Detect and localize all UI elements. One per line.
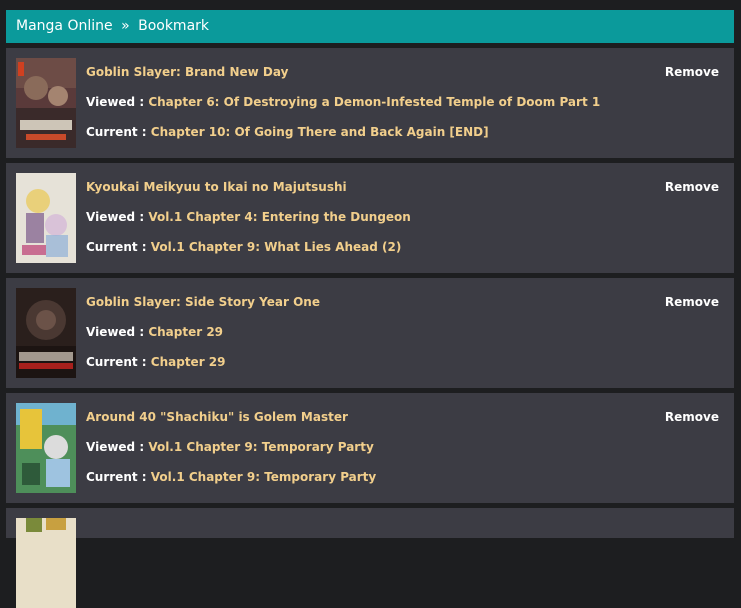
- remove-bookmark-button[interactable]: Remove: [665, 180, 719, 194]
- remove-bookmark-button[interactable]: Remove: [665, 295, 719, 309]
- manga-cover-image[interactable]: [16, 288, 76, 378]
- viewed-chapter-row: Viewed : Vol.1 Chapter 9: Temporary Part…: [86, 440, 374, 454]
- breadcrumb: Manga Online » Bookmark: [6, 10, 734, 43]
- manga-cover-image[interactable]: [16, 518, 76, 608]
- bookmark-item: Kyoukai Meikyuu to Ikai no Majutsushi Re…: [6, 163, 734, 273]
- viewed-chapter-link[interactable]: Chapter 6: Of Destroying a Demon-Infeste…: [148, 95, 600, 109]
- viewed-chapter-link[interactable]: Chapter 29: [148, 325, 223, 339]
- viewed-chapter-row: Viewed : Chapter 6: Of Destroying a Demo…: [86, 95, 600, 109]
- viewed-label: Viewed :: [86, 95, 145, 109]
- current-chapter-row: Current : Chapter 29: [86, 355, 226, 369]
- manga-title-link[interactable]: Goblin Slayer: Brand New Day: [86, 65, 288, 79]
- remove-bookmark-button[interactable]: Remove: [665, 65, 719, 79]
- current-label: Current :: [86, 240, 147, 254]
- bookmark-item: Goblin Slayer: Brand New Day Remove View…: [6, 48, 734, 158]
- viewed-chapter-link[interactable]: Vol.1 Chapter 4: Entering the Dungeon: [148, 210, 411, 224]
- manga-title-link[interactable]: Around 40 "Shachiku" is Golem Master: [86, 410, 348, 424]
- bookmark-item: Goblin Slayer: Side Story Year One Remov…: [6, 278, 734, 388]
- viewed-chapter-link[interactable]: Vol.1 Chapter 9: Temporary Party: [148, 440, 373, 454]
- current-chapter-row: Current : Vol.1 Chapter 9: Temporary Par…: [86, 470, 376, 484]
- bookmark-list: Goblin Slayer: Brand New Day Remove View…: [6, 48, 734, 608]
- bookmark-item: [6, 508, 734, 608]
- breadcrumb-home-link[interactable]: Manga Online: [16, 18, 113, 34]
- current-chapter-link[interactable]: Vol.1 Chapter 9: What Lies Ahead (2): [151, 240, 402, 254]
- viewed-chapter-row: Viewed : Vol.1 Chapter 4: Entering the D…: [86, 210, 411, 224]
- viewed-label: Viewed :: [86, 440, 145, 454]
- manga-cover-image[interactable]: [16, 58, 76, 148]
- manga-cover-image[interactable]: [16, 403, 76, 493]
- current-label: Current :: [86, 125, 147, 139]
- current-label: Current :: [86, 470, 147, 484]
- manga-title-link[interactable]: Kyoukai Meikyuu to Ikai no Majutsushi: [86, 180, 347, 194]
- current-chapter-link[interactable]: Chapter 10: Of Going There and Back Agai…: [151, 125, 489, 139]
- breadcrumb-separator: »: [121, 18, 130, 34]
- current-chapter-link[interactable]: Vol.1 Chapter 9: Temporary Party: [151, 470, 376, 484]
- remove-bookmark-button[interactable]: Remove: [665, 410, 719, 424]
- current-chapter-link[interactable]: Chapter 29: [151, 355, 226, 369]
- viewed-chapter-row: Viewed : Chapter 29: [86, 325, 223, 339]
- bookmark-item: Around 40 "Shachiku" is Golem Master Rem…: [6, 393, 734, 503]
- viewed-label: Viewed :: [86, 210, 145, 224]
- current-chapter-row: Current : Chapter 10: Of Going There and…: [86, 125, 489, 139]
- manga-cover-image[interactable]: [16, 173, 76, 263]
- current-label: Current :: [86, 355, 147, 369]
- current-chapter-row: Current : Vol.1 Chapter 9: What Lies Ahe…: [86, 240, 401, 254]
- breadcrumb-current-page: Bookmark: [138, 18, 210, 34]
- manga-title-link[interactable]: Goblin Slayer: Side Story Year One: [86, 295, 320, 309]
- viewed-label: Viewed :: [86, 325, 145, 339]
